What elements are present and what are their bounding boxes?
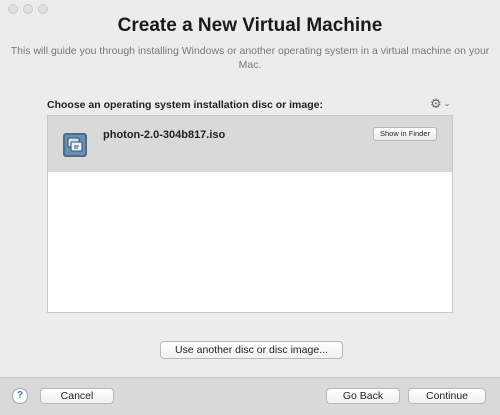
minimize-window-icon[interactable] [23,4,33,14]
cancel-button[interactable]: Cancel [40,388,114,404]
window-controls [8,4,48,14]
dialog-title: Create a New Virtual Machine [117,15,383,36]
chevron-down-icon: ⌄ [443,98,451,108]
dialog-subtitle: This will guide you through installing W… [10,45,490,71]
continue-button[interactable]: Continue [408,388,486,404]
help-icon[interactable]: ? [12,388,28,404]
go-back-button[interactable]: Go Back [326,388,400,404]
gear-icon: ⚙ [430,96,442,111]
disc-image-list[interactable]: photon-2.0-304b817.iso Show in Finder [47,115,453,313]
dialog-footer: ? Cancel Go Back Continue [0,377,500,415]
disc-image-icon [63,133,87,157]
list-item[interactable]: photon-2.0-304b817.iso Show in Finder [48,116,452,172]
zoom-window-icon[interactable] [38,4,48,14]
disc-section-label: Choose an operating system installation … [47,99,323,111]
new-vm-dialog: Create a New Virtual Machine This will g… [0,0,500,415]
close-window-icon[interactable] [8,4,18,14]
show-in-finder-button[interactable]: Show in Finder [373,127,438,141]
disc-image-name: photon-2.0-304b817.iso [103,129,226,141]
use-another-disc-button[interactable]: Use another disc or disc image... [160,341,343,359]
gear-menu-button[interactable]: ⚙ ⌄ [430,97,450,110]
